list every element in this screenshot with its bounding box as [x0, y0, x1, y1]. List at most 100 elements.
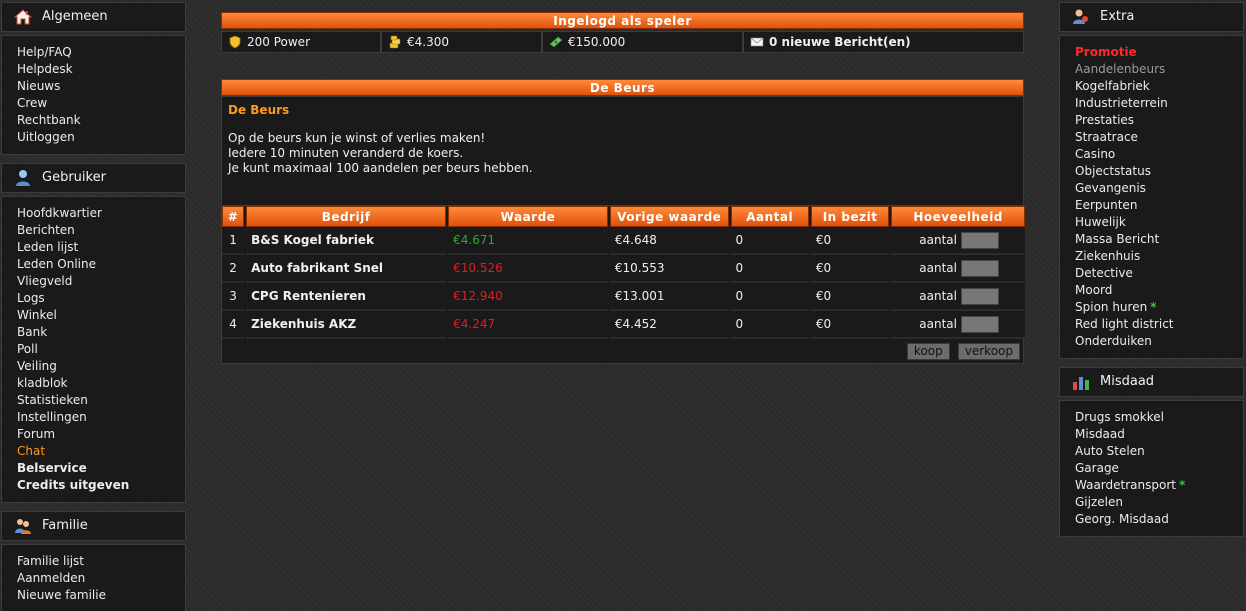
menu-huwelijk[interactable]: Huwelijk — [1075, 214, 1243, 231]
misdaad-menu: Drugs smokkel Misdaad Auto Stelen Garage… — [1059, 400, 1244, 537]
beurs-intro: De Beurs Op de beurs kun je winst of ver… — [221, 96, 1024, 206]
menu-familie-lijst[interactable]: Familie lijst — [17, 553, 185, 570]
menu-spion-huren[interactable]: Spion huren * — [1075, 299, 1243, 316]
menu-vliegveld[interactable]: Vliegveld — [17, 273, 185, 290]
familie-menu: Familie lijst Aanmelden Nieuwe familie — [1, 544, 186, 611]
menu-detective[interactable]: Detective — [1075, 265, 1243, 282]
menu-onderduiken[interactable]: Onderduiken — [1075, 333, 1243, 350]
home-icon — [14, 9, 32, 25]
quantity-input[interactable] — [961, 315, 999, 333]
menu-aandelenbeurs[interactable]: Aandelenbeurs — [1075, 61, 1243, 78]
menu-chat[interactable]: Chat — [17, 443, 185, 460]
extra-menu: Promotie Aandelenbeurs Kogelfabriek Indu… — [1059, 35, 1244, 359]
menu-belservice[interactable]: Belservice — [17, 460, 185, 477]
menu-prestaties[interactable]: Prestaties — [1075, 112, 1243, 129]
sell-button[interactable]: verkoop — [957, 342, 1020, 360]
menu-rechtbank[interactable]: Rechtbank — [17, 112, 185, 129]
menu-bank[interactable]: Bank — [17, 324, 185, 341]
intro-line-1: Op de beurs kun je winst of verlies make… — [228, 131, 486, 145]
table-row: 2 Auto fabrikant Snel €10.526 €10.553 0 … — [222, 255, 1025, 283]
menu-logs[interactable]: Logs — [17, 290, 185, 307]
menu-credits-uitgeven[interactable]: Credits uitgeven — [17, 477, 185, 494]
extra-header: Extra — [1059, 2, 1244, 32]
messages-stat[interactable]: 0 nieuwe Bericht(en) — [743, 31, 1024, 53]
menu-moord[interactable]: Moord — [1075, 282, 1243, 299]
stock-table: # Bedrijf Waarde Vorige waarde Aantal In… — [220, 206, 1027, 339]
quantity-cell: aantal — [891, 227, 1025, 255]
menu-gevangenis[interactable]: Gevangenis — [1075, 180, 1243, 197]
menu-straatrace[interactable]: Straatrace — [1075, 129, 1243, 146]
trade-actions: koop verkoop — [222, 339, 1023, 363]
menu-gijzelen[interactable]: Gijzelen — [1075, 494, 1243, 511]
menu-massa-bericht[interactable]: Massa Bericht — [1075, 231, 1243, 248]
menu-georg-misdaad[interactable]: Georg. Misdaad — [1075, 511, 1243, 528]
menu-industrieterrein[interactable]: Industrieterrein — [1075, 95, 1243, 112]
menu-garage[interactable]: Garage — [1075, 460, 1243, 477]
menu-waardetransport[interactable]: Waardetransport * — [1075, 477, 1243, 494]
col-bedrijf: Bedrijf — [246, 206, 447, 227]
owned-value: €0 — [810, 283, 890, 311]
col-num: # — [222, 206, 245, 227]
quantity-input[interactable] — [961, 231, 999, 249]
menu-casino[interactable]: Casino — [1075, 146, 1243, 163]
table-header-row: # Bedrijf Waarde Vorige waarde Aantal In… — [222, 206, 1025, 227]
menu-red-light-district[interactable]: Red light district — [1075, 316, 1243, 333]
beurs-heading: De Beurs — [228, 103, 290, 117]
main-content: Ingelogd als speler 200 Power €4.300 €15… — [220, 12, 1027, 364]
quantity-input[interactable] — [961, 259, 999, 277]
menu-berichten[interactable]: Berichten — [17, 222, 185, 239]
menu-eerpunten[interactable]: Eerpunten — [1075, 197, 1243, 214]
menu-poll[interactable]: Poll — [17, 341, 185, 358]
menu-objectstatus[interactable]: Objectstatus — [1075, 163, 1243, 180]
menu-ziekenhuis[interactable]: Ziekenhuis — [1075, 248, 1243, 265]
quantity-label: aantal — [919, 260, 957, 275]
menu-forum[interactable]: Forum — [17, 426, 185, 443]
owned-value: €0 — [810, 311, 890, 339]
menu-promotie[interactable]: Promotie — [1075, 44, 1243, 61]
menu-aanmelden[interactable]: Aanmelden — [17, 570, 185, 587]
row-num: 3 — [222, 283, 245, 311]
bar-chart-icon — [1073, 377, 1089, 390]
misdaad-title: Misdaad — [1100, 374, 1155, 389]
col-hoeveelheid: Hoeveelheid — [891, 206, 1025, 227]
left-sidebar: Algemeen Help/FAQ Helpdesk Nieuws Crew R… — [1, 2, 186, 611]
table-row: 3 CPG Rentenieren €12.940 €13.001 0 €0 a… — [222, 283, 1025, 311]
family-icon — [15, 519, 31, 534]
menu-auto-stelen[interactable]: Auto Stelen — [1075, 443, 1243, 460]
menu-leden-lijst[interactable]: Leden lijst — [17, 239, 185, 256]
menu-instellingen[interactable]: Instellingen — [17, 409, 185, 426]
menu-nieuwe-familie[interactable]: Nieuwe familie — [17, 587, 185, 604]
owned-value: €0 — [810, 227, 890, 255]
current-value: €10.526 — [448, 255, 608, 283]
menu-kladblok[interactable]: kladblok — [17, 375, 185, 392]
menu-winkel[interactable]: Winkel — [17, 307, 185, 324]
current-value: €4.247 — [448, 311, 608, 339]
menu-helpdesk[interactable]: Helpdesk — [17, 61, 185, 78]
quantity-cell: aantal — [891, 255, 1025, 283]
menu-kogelfabriek[interactable]: Kogelfabriek — [1075, 78, 1243, 95]
shares-count: 0 — [730, 227, 809, 255]
algemeen-menu: Help/FAQ Helpdesk Nieuws Crew Rechtbank … — [1, 35, 186, 155]
menu-drugs-smokkel[interactable]: Drugs smokkel — [1075, 409, 1243, 426]
menu-help-faq[interactable]: Help/FAQ — [17, 44, 185, 61]
banknote-icon — [549, 36, 563, 48]
previous-value: €13.001 — [609, 283, 729, 311]
quantity-input[interactable] — [961, 287, 999, 305]
menu-crew[interactable]: Crew — [17, 95, 185, 112]
beurs-title-bar: De Beurs — [221, 79, 1024, 96]
bank-value: €150.000 — [568, 35, 626, 49]
menu-veiling[interactable]: Veiling — [17, 358, 185, 375]
company-name: CPG Rentenieren — [246, 283, 447, 311]
coins-icon — [389, 35, 401, 49]
menu-uitloggen[interactable]: Uitloggen — [17, 129, 185, 146]
buy-button[interactable]: koop — [906, 342, 950, 360]
menu-nieuws[interactable]: Nieuws — [17, 78, 185, 95]
menu-statistieken[interactable]: Statistieken — [17, 392, 185, 409]
menu-hoofdkwartier[interactable]: Hoofdkwartier — [17, 205, 185, 222]
menu-leden-online[interactable]: Leden Online — [17, 256, 185, 273]
player-status-bar: Ingelogd als speler — [221, 12, 1024, 29]
menu-misdaad[interactable]: Misdaad — [1075, 426, 1243, 443]
previous-value: €4.452 — [609, 311, 729, 339]
